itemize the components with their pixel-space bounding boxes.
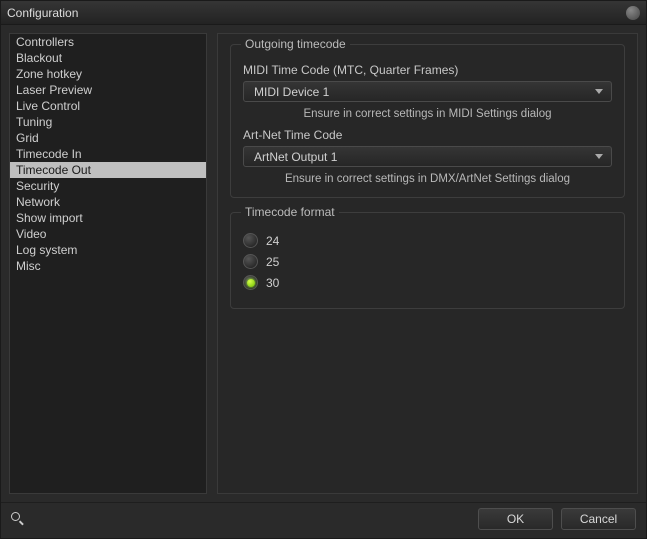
radio-option-30[interactable]: 30 — [243, 275, 612, 290]
config-window: Configuration Controllers Blackout Zone ho… — [0, 0, 647, 539]
chevron-down-icon — [595, 89, 603, 94]
footer-left — [11, 512, 25, 526]
sidebar-item-label: Live Control — [16, 99, 80, 113]
radio-icon — [243, 233, 258, 248]
sidebar-item-label: Laser Preview — [16, 83, 92, 97]
sidebar-item-label: Controllers — [16, 35, 74, 49]
sidebar-list: Controllers Blackout Zone hotkey Laser Prev… — [10, 34, 206, 493]
cancel-label: Cancel — [580, 512, 617, 526]
artnet-hint: Ensure in correct settings in DMX/ArtNet… — [243, 173, 612, 185]
sidebar-item-label: Tuning — [16, 115, 52, 129]
sidebar-item-controllers[interactable]: Controllers — [10, 34, 206, 50]
sidebar-item-label: Network — [16, 195, 60, 209]
radio-list: 24 25 30 — [243, 233, 612, 290]
artnet-label: Art-Net Time Code — [243, 128, 612, 142]
sidebar-item-timecode-out[interactable]: Timecode Out — [10, 162, 206, 178]
radio-option-25[interactable]: 25 — [243, 254, 612, 269]
sidebar-item-label: Log system — [16, 243, 77, 257]
sidebar-item-tuning[interactable]: Tuning — [10, 114, 206, 130]
sidebar-item-network[interactable]: Network — [10, 194, 206, 210]
radio-icon — [243, 254, 258, 269]
sidebar-item-live-control[interactable]: Live Control — [10, 98, 206, 114]
sidebar-item-label: Video — [16, 227, 46, 241]
footer-buttons: OK Cancel — [478, 508, 636, 530]
group-title: Outgoing timecode — [241, 37, 350, 51]
footer: OK Cancel — [1, 502, 646, 538]
midi-device-value: MIDI Device 1 — [254, 85, 329, 99]
midi-hint: Ensure in correct settings in MIDI Setti… — [243, 108, 612, 120]
content-area: Controllers Blackout Zone hotkey Laser Prev… — [1, 25, 646, 502]
sidebar-item-label: Zone hotkey — [16, 67, 82, 81]
main-panel: Outgoing timecode MIDI Time Code (MTC, Q… — [217, 33, 638, 494]
midi-device-dropdown[interactable]: MIDI Device 1 — [243, 81, 612, 102]
artnet-output-value: ArtNet Output 1 — [254, 150, 337, 164]
sidebar-item-label: Security — [16, 179, 59, 193]
radio-label: 24 — [266, 234, 279, 248]
sidebar: Controllers Blackout Zone hotkey Laser Prev… — [9, 33, 207, 494]
sidebar-item-label: Misc — [16, 259, 41, 273]
ok-label: OK — [507, 512, 524, 526]
title-orb-icon — [626, 6, 640, 20]
sidebar-item-label: Show import — [16, 211, 83, 225]
ok-button[interactable]: OK — [478, 508, 553, 530]
titlebar[interactable]: Configuration — [1, 1, 646, 25]
search-icon[interactable] — [11, 512, 25, 526]
group-title: Timecode format — [241, 205, 339, 219]
sidebar-item-blackout[interactable]: Blackout — [10, 50, 206, 66]
sidebar-item-log-system[interactable]: Log system — [10, 242, 206, 258]
sidebar-item-laser-preview[interactable]: Laser Preview — [10, 82, 206, 98]
sidebar-item-grid[interactable]: Grid — [10, 130, 206, 146]
sidebar-item-timecode-in[interactable]: Timecode In — [10, 146, 206, 162]
chevron-down-icon — [595, 154, 603, 159]
radio-icon — [243, 275, 258, 290]
sidebar-item-misc[interactable]: Misc — [10, 258, 206, 274]
artnet-output-dropdown[interactable]: ArtNet Output 1 — [243, 146, 612, 167]
sidebar-item-security[interactable]: Security — [10, 178, 206, 194]
cancel-button[interactable]: Cancel — [561, 508, 636, 530]
group-outgoing-timecode: Outgoing timecode MIDI Time Code (MTC, Q… — [230, 44, 625, 198]
radio-option-24[interactable]: 24 — [243, 233, 612, 248]
sidebar-item-label: Blackout — [16, 51, 62, 65]
radio-label: 25 — [266, 255, 279, 269]
sidebar-item-label: Timecode Out — [16, 163, 91, 177]
midi-label: MIDI Time Code (MTC, Quarter Frames) — [243, 63, 612, 77]
sidebar-item-label: Timecode In — [16, 147, 82, 161]
sidebar-item-video[interactable]: Video — [10, 226, 206, 242]
sidebar-item-label: Grid — [16, 131, 39, 145]
window-title: Configuration — [7, 6, 78, 20]
sidebar-item-zone-hotkey[interactable]: Zone hotkey — [10, 66, 206, 82]
group-timecode-format: Timecode format 242530 — [230, 212, 625, 309]
sidebar-item-show-import[interactable]: Show import — [10, 210, 206, 226]
radio-label: 30 — [266, 276, 279, 290]
